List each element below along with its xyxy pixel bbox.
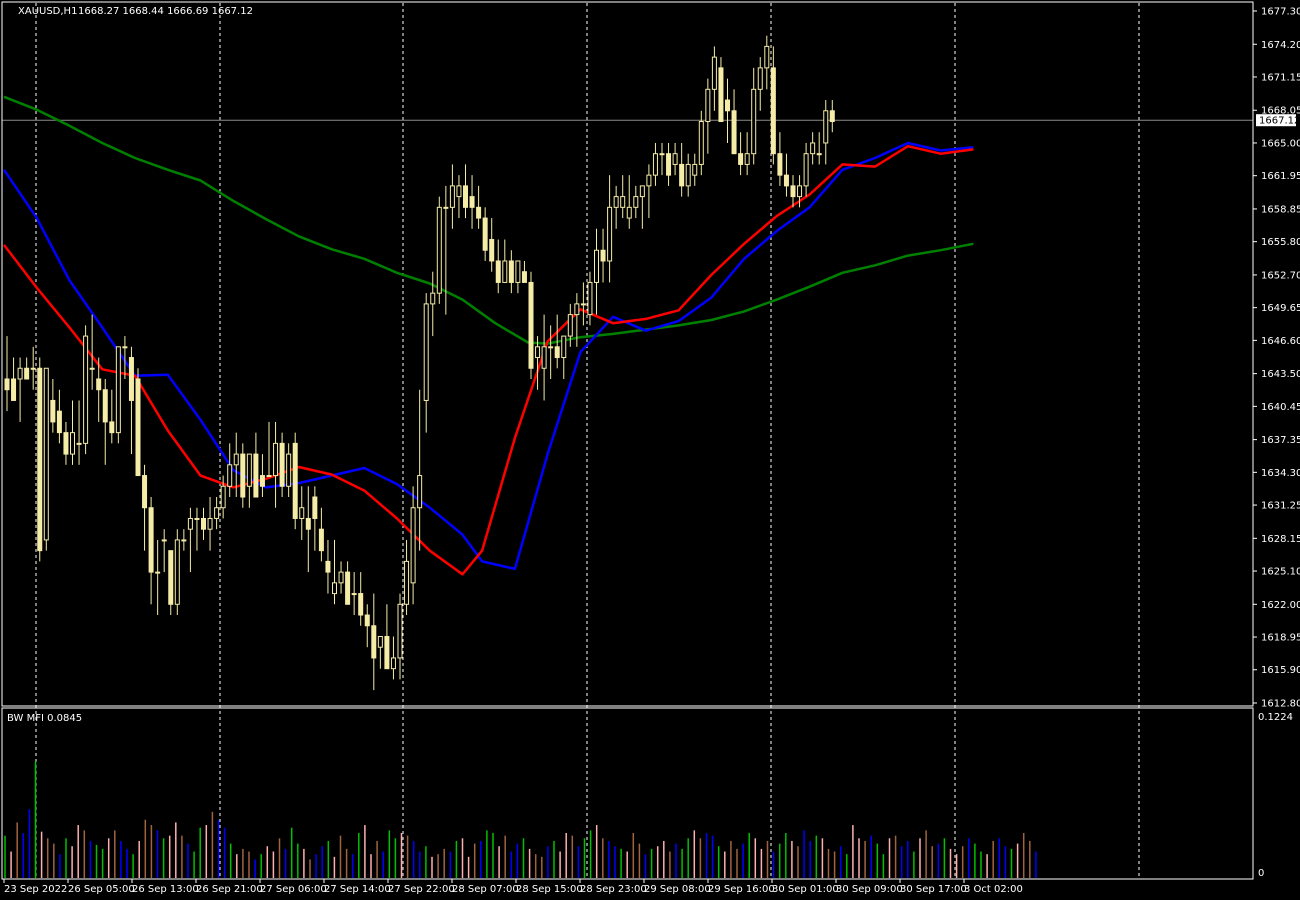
- time-tick-label: 3 Oct 02:00: [964, 884, 1023, 895]
- mfi-title: BW MFI 0.0845: [7, 713, 82, 724]
- time-tick-label: 26 Sep 05:00: [68, 884, 135, 895]
- time-tick-label: 28 Sep 07:00: [452, 884, 519, 895]
- candle: [37, 357, 43, 562]
- time-tick-label: 29 Sep 16:00: [708, 884, 775, 895]
- mfi-scale-max: 0.1224: [1258, 712, 1293, 723]
- price-tick-label: 1652.70: [1261, 270, 1300, 281]
- candle: [292, 432, 298, 530]
- candle: [436, 196, 442, 304]
- candle: [43, 367, 49, 551]
- current-price-label: 1667.12: [1259, 116, 1300, 127]
- current-price-tag: 1667.12: [1256, 114, 1300, 127]
- time-tick-label: 29 Sep 08:00: [644, 884, 711, 895]
- trading-chart[interactable]: 1677.301674.201671.151668.051665.001661.…: [0, 0, 1300, 900]
- price-tick-label: 1634.30: [1261, 468, 1300, 479]
- ohlc-readout: 1668.27 1668.44 1666.69 1667.12: [78, 6, 253, 17]
- chart-background: [0, 0, 1300, 900]
- price-tick-label: 1658.85: [1261, 204, 1300, 215]
- candle: [174, 529, 180, 616]
- price-tick-label: 1612.80: [1261, 699, 1300, 710]
- candle: [135, 368, 141, 477]
- time-tick-label: 27 Sep 22:00: [388, 884, 455, 895]
- price-tick-label: 1655.80: [1261, 237, 1300, 248]
- price-tick-label: 1643.50: [1261, 369, 1300, 380]
- price-tick-label: 1661.95: [1261, 171, 1300, 182]
- price-tick-label: 1622.00: [1261, 600, 1300, 611]
- time-tick-label: 26 Sep 13:00: [132, 884, 199, 895]
- time-tick-label: 30 Sep 01:00: [772, 884, 839, 895]
- symbol-label: XAUUSD,H1: [18, 6, 77, 17]
- time-tick-label: 30 Sep 17:00: [900, 884, 967, 895]
- price-tick-label: 1671.15: [1261, 72, 1300, 83]
- candle: [115, 346, 121, 444]
- price-tick-label: 1618.95: [1261, 633, 1300, 644]
- candle: [528, 271, 534, 379]
- price-tick-label: 1615.90: [1261, 665, 1300, 676]
- price-tick-label: 1665.00: [1261, 138, 1300, 149]
- candle: [83, 325, 89, 455]
- price-tick-label: 1646.60: [1261, 336, 1300, 347]
- price-tick-label: 1625.10: [1261, 567, 1300, 578]
- price-tick-label: 1631.25: [1261, 501, 1300, 512]
- price-tick-label: 1677.30: [1261, 7, 1300, 18]
- time-tick-label: 23 Sep 2022: [4, 884, 67, 895]
- price-tick-label: 1640.45: [1261, 402, 1300, 413]
- time-tick-label: 26 Sep 21:00: [196, 884, 263, 895]
- time-tick-label: 28 Sep 15:00: [516, 884, 583, 895]
- time-tick-label: 28 Sep 23:00: [580, 884, 647, 895]
- price-tick-label: 1637.35: [1261, 435, 1300, 446]
- time-tick-label: 27 Sep 14:00: [324, 884, 391, 895]
- time-tick-label: 27 Sep 06:00: [260, 884, 327, 895]
- price-tick-label: 1628.15: [1261, 534, 1300, 545]
- price-tick-label: 1649.65: [1261, 303, 1300, 314]
- mfi-scale-zero: 0: [1258, 868, 1264, 879]
- price-tick-label: 1674.20: [1261, 40, 1300, 51]
- time-tick-label: 30 Sep 09:00: [836, 884, 903, 895]
